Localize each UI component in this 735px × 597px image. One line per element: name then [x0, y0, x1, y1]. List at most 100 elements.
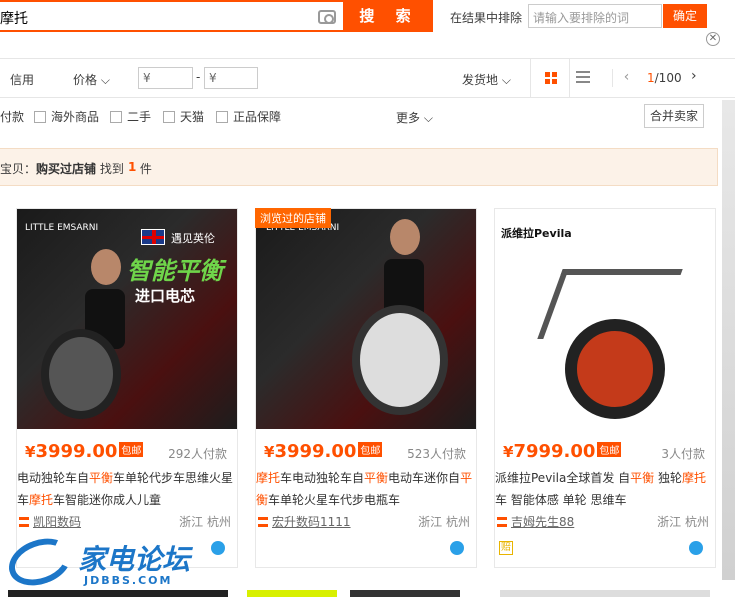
checkbox[interactable] [216, 111, 228, 123]
filter-row: 付款 海外商品 二手 天猫 正品保障 更多 ⌵ [0, 100, 735, 134]
notice-suffix: 件 [136, 162, 152, 176]
filter-label: 二手 [127, 110, 152, 124]
pager-indicator: 1/100 [647, 71, 682, 85]
wangwang-chat-icon[interactable] [689, 541, 703, 555]
shop-link[interactable]: 宏升数码1111 [258, 513, 351, 530]
more-label: 更多 [396, 111, 421, 125]
title-text: 独轮 [654, 471, 682, 485]
more-filters-button[interactable]: 更多 ⌵ [396, 109, 433, 126]
product-image[interactable]: 派维拉Pevila [495, 209, 715, 429]
title-text: 电动独轮车自 [17, 471, 90, 485]
wangwang-chat-icon[interactable] [450, 541, 464, 555]
unicycle-wheel [352, 305, 448, 415]
next-row-card-edge [350, 590, 460, 597]
wangwang-chat-icon[interactable] [211, 541, 225, 555]
price-max-input[interactable]: ¥ [204, 67, 258, 89]
free-shipping-badge: 包邮 [358, 442, 383, 457]
product-price: ¥3999.00 包邮 [264, 441, 383, 462]
free-shipping-badge: 包邮 [597, 442, 622, 457]
title-highlight: 平衡 [89, 471, 114, 485]
search-button[interactable]: 搜 索 [345, 0, 433, 32]
city: 杭州 [206, 515, 231, 529]
filter-payment[interactable]: 付款 [0, 108, 24, 125]
province: 浙江 [657, 515, 682, 529]
ship-from-label: 发货地 [462, 73, 499, 87]
next-row-card-edge [500, 590, 710, 597]
product-card[interactable]: LITTLE EMSARNI 遇见英伦 智能平衡 进口电芯 ¥3999.00 包邮… [16, 208, 238, 568]
notice-bold: 购买过店铺 [36, 162, 97, 176]
location: 浙江 杭州 [657, 513, 709, 530]
product-card[interactable]: 派维拉Pevila ¥7999.00 包邮 3人付款 派维拉Pevila全球首发 … [494, 208, 716, 568]
free-shipping-badge: 包邮 [119, 442, 144, 457]
pager-prev-button[interactable]: ‹ [612, 69, 640, 87]
shop-link[interactable]: 凯阳数码 [19, 513, 81, 530]
product-image[interactable]: LITTLE EMSARNI 遇见英伦 智能平衡 进口电芯 [17, 209, 237, 429]
sort-price[interactable]: 价格 ⌵ [73, 71, 110, 88]
motorcycle-wheel [565, 319, 665, 419]
title-text: 电动车迷你自 [388, 471, 461, 485]
filter-genuine[interactable]: 正品保障 [216, 108, 281, 125]
title-highlight: 平衡 [364, 471, 389, 485]
shop-name[interactable]: 凯阳数码 [33, 515, 81, 529]
filter-overseas[interactable]: 海外商品 [34, 108, 99, 125]
checkbox[interactable] [163, 111, 175, 123]
filter-secondhand[interactable]: 二手 [110, 108, 151, 125]
viewed-shop-tag: 浏览过的店铺 [255, 208, 331, 228]
product-card[interactable]: LITTLE EMSARNI 浏览过的店铺 ¥3999.00 包邮 523人付款 … [255, 208, 477, 568]
image-brand: 派维拉Pevila [501, 227, 572, 240]
image-text: 智能平衡 [127, 257, 223, 285]
pager-total: /100 [654, 71, 682, 85]
currency-symbol: ¥ [264, 443, 275, 461]
title-highlight: 摩托 [29, 493, 54, 507]
price-dash: - [196, 70, 201, 84]
sort-credit[interactable]: 信用 [10, 71, 34, 88]
exclude-label: 在结果中排除 [450, 11, 523, 25]
product-price: ¥7999.00 包邮 [503, 441, 622, 462]
search-input[interactable]: 摩托 [0, 0, 345, 32]
camera-icon[interactable] [318, 10, 336, 24]
merge-sellers-button[interactable]: 合并卖家 [644, 104, 704, 128]
watermark-cn: 家电论坛 [78, 543, 191, 576]
filter-label: 正品保障 [233, 110, 282, 124]
result-notice: 宝贝： 购买过店铺 找到 1 件 [0, 148, 718, 186]
rider-figure [91, 249, 121, 285]
checkbox[interactable] [110, 111, 122, 123]
product-image[interactable]: LITTLE EMSARNI [256, 209, 476, 429]
province: 浙江 [179, 515, 204, 529]
list-view-icon[interactable] [576, 71, 590, 83]
exclude-confirm-button[interactable]: 确定 [663, 4, 707, 28]
watermark-logo: 家电论坛 JDBBS.COM [0, 530, 210, 596]
filter-tmall[interactable]: 天猫 [163, 108, 204, 125]
checkbox[interactable] [34, 111, 46, 123]
notice-prefix: 宝贝： [0, 162, 37, 176]
pager-next-button[interactable]: › [691, 68, 697, 84]
title-highlight: 摩托 [256, 471, 281, 485]
location: 浙江 杭州 [179, 513, 231, 530]
product-title[interactable]: 摩托车电动独轮车自平衡电动车迷你自平衡车单轮火星车代步电瓶车 [256, 467, 478, 511]
chevron-down-icon: ⌵ [501, 73, 511, 87]
watermark-en: JDBBS.COM [84, 574, 173, 587]
sold-count: 3人付款 [661, 447, 705, 461]
shop-icon [497, 517, 507, 527]
sort-bar: 信用 价格 ⌵ ¥ - ¥ 发货地 ⌵ ‹ 1/100 › [0, 58, 735, 98]
next-row-card-edge [247, 590, 337, 597]
rider-figure [390, 219, 420, 255]
uk-flag-icon [141, 229, 165, 245]
notice-mid: 找到 [96, 162, 128, 176]
close-icon[interactable]: ✕ [706, 32, 720, 46]
price-min-input[interactable]: ¥ [138, 67, 193, 89]
shop-name[interactable]: 宏升数码1111 [272, 515, 351, 529]
title-text: 派维拉Pevila全球首发 自 [495, 471, 631, 485]
title-text: 车 智能体感 单轮 思维车 [495, 493, 627, 507]
ship-from-filter[interactable]: 发货地 ⌵ [462, 71, 511, 88]
filter-label: 海外商品 [51, 110, 100, 124]
image-text: 进口电芯 [135, 287, 196, 305]
image-text: 遇见英伦 [171, 232, 215, 245]
product-title[interactable]: 派维拉Pevila全球首发 自平衡 独轮摩托车 智能体感 单轮 思维车 [495, 467, 717, 511]
chevron-down-icon: ⌵ [100, 73, 110, 87]
grid-view-toggle[interactable] [530, 59, 570, 97]
shop-name[interactable]: 吉姆先生88 [511, 515, 574, 529]
shop-link[interactable]: 吉姆先生88 [497, 513, 574, 530]
product-title[interactable]: 电动独轮车自平衡车单轮代步车思维火星车摩托车智能迷你成人儿童 [17, 467, 239, 511]
exclude-input[interactable]: 请输入要排除的词 [528, 4, 662, 28]
